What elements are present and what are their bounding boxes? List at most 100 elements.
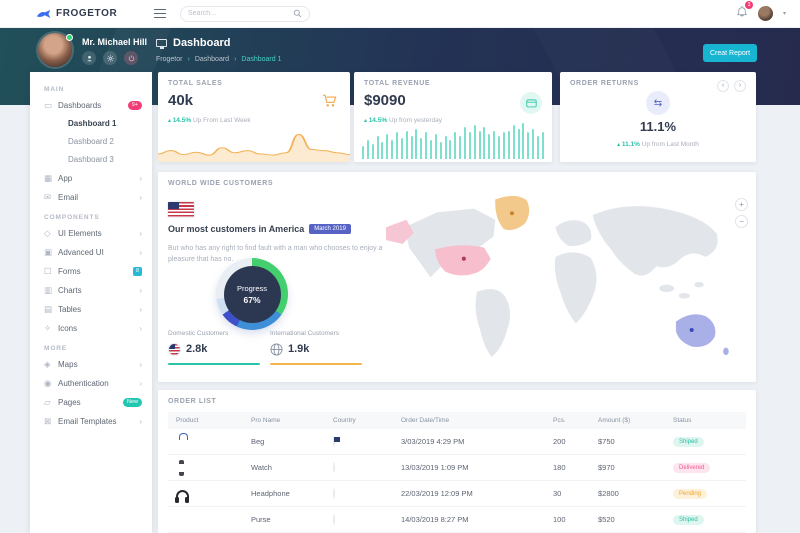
- exchange-arrows-icon: ⇆: [646, 91, 670, 115]
- world-map[interactable]: [386, 186, 738, 374]
- zoom-out-button[interactable]: −: [735, 215, 748, 228]
- sidebar-item-charts[interactable]: ▥ Charts: [30, 281, 152, 300]
- sidebar-item-dashboard-3[interactable]: Dashboard 3: [30, 151, 152, 169]
- world-heading-text: Our most customers in America: [168, 224, 304, 234]
- domestic-label: Domestic Customers: [168, 330, 264, 337]
- fish-logo-icon: [36, 9, 52, 19]
- hamburger-menu-icon[interactable]: [154, 9, 166, 18]
- notifications-button[interactable]: 3: [736, 5, 748, 23]
- sidebar-item-authentication[interactable]: ◉ Authentication: [30, 374, 152, 393]
- chevron-right-icon: [139, 417, 142, 426]
- search-input[interactable]: [188, 10, 293, 17]
- logout-button[interactable]: [124, 51, 138, 65]
- international-underline: [270, 363, 362, 365]
- online-status-dot: [66, 34, 73, 41]
- monitor-icon: [156, 39, 167, 47]
- next-button[interactable]: ›: [734, 80, 746, 92]
- map-asia: [593, 206, 718, 275]
- breadcrumb-separator: ›: [187, 56, 189, 63]
- chevron-right-icon: [139, 229, 142, 238]
- sidebar-item-dashboard-1[interactable]: Dashboard 1: [30, 115, 152, 133]
- sidebar-item-dashboards[interactable]: ▭ Dashboards 9+: [30, 96, 152, 115]
- advanced-ui-icon: ▣: [44, 248, 58, 257]
- table-row: Purse 14/03/2019 8:27 PM 100 $520 Shiped: [168, 507, 746, 533]
- settings-button[interactable]: [103, 51, 117, 65]
- world-heading-row: Our most customers in America March 2019: [168, 224, 351, 234]
- create-report-button[interactable]: Creat Report: [703, 44, 757, 62]
- domestic-value: 2.8k: [186, 343, 207, 355]
- app-icon: ▦: [44, 174, 58, 183]
- header-actions: 3 ▾: [736, 5, 786, 23]
- pages-icon: ▱: [44, 398, 58, 407]
- cell-pcs: 100: [545, 515, 590, 524]
- sidebar-item-ui-elements[interactable]: ◇ UI Elements: [30, 224, 152, 243]
- progress-ring: Progress 67%: [216, 258, 288, 330]
- sidebar-item-app[interactable]: ▦ App: [30, 169, 152, 188]
- sidebar-item-maps[interactable]: ◈ Maps: [30, 355, 152, 374]
- sidebar-section-components: COMPONENTS: [44, 214, 152, 221]
- page-title: Dashboard: [173, 37, 230, 49]
- sidebar-item-forms[interactable]: ☐ Forms 8: [30, 262, 152, 281]
- cell-pro-name: Purse: [243, 515, 325, 524]
- status-badge: Shiped: [673, 437, 704, 447]
- profile-avatar[interactable]: [38, 33, 72, 67]
- domestic-underline: [168, 363, 260, 365]
- country-flag-france: [333, 462, 335, 473]
- col-pro-name: Pro Name: [243, 417, 325, 424]
- chevron-right-icon: [139, 248, 142, 257]
- sidebar-label-icons: Icons: [58, 324, 139, 333]
- chevron-down-icon[interactable]: ▾: [783, 10, 786, 17]
- top-header: FROGETOR 3 ▾: [0, 0, 800, 28]
- sidebar-label-ui-elements: UI Elements: [58, 229, 139, 238]
- map-europe: [556, 220, 592, 246]
- chevron-right-icon: [139, 305, 142, 314]
- sidebar-item-icons[interactable]: ✧ Icons: [30, 319, 152, 338]
- usa-flag-icon: [168, 202, 194, 217]
- map-island: [694, 282, 703, 288]
- sidebar-item-dashboard-2[interactable]: Dashboard 2: [30, 133, 152, 151]
- card-title: WORLD WIDE CUSTOMERS: [168, 180, 273, 187]
- sales-delta: 14.5%: [168, 117, 191, 124]
- map-australia-highlight[interactable]: [676, 314, 715, 347]
- tables-icon: ▤: [44, 305, 58, 314]
- international-value: 1.9k: [288, 343, 309, 355]
- progress-value: 67%: [243, 295, 260, 305]
- sidebar-item-email[interactable]: ✉ Email: [30, 188, 152, 207]
- app-logo[interactable]: FROGETOR: [36, 8, 148, 19]
- frogetor-dashboard-screen: FROGETOR 3 ▾ Mr. Michael Hill: [0, 0, 800, 533]
- sidebar-label-dashboards: Dashboards: [58, 101, 128, 110]
- map-greenland-marker: [510, 211, 514, 215]
- international-customers-stat: International Customers 1.9k: [270, 330, 366, 365]
- sidebar-item-email-templates[interactable]: ⊠ Email Templates: [30, 412, 152, 431]
- map-africa: [555, 252, 597, 323]
- sidebar-label-tables: Tables: [58, 305, 139, 314]
- globe-icon: [270, 343, 283, 356]
- search-bar: [180, 6, 310, 22]
- breadcrumb-section[interactable]: Dashboard: [195, 56, 229, 63]
- sidebar-item-pages[interactable]: ▱ Pages New: [30, 393, 152, 412]
- country-flag-russia: [333, 514, 335, 525]
- month-badge: March 2019: [309, 224, 351, 234]
- table-row: Watch 13/03/2019 1:09 PM 180 $970 Delive…: [168, 455, 746, 481]
- cell-pro-name: Watch: [243, 463, 325, 472]
- card-title: ORDER LIST: [168, 398, 216, 405]
- chevron-right-icon: [139, 193, 142, 202]
- country-flag-spain: [333, 488, 335, 499]
- status-badge: Delivered: [673, 463, 710, 473]
- profile-button[interactable]: [82, 51, 96, 65]
- total-revenue-card: TOTAL REVENUE $9090 14.5% Up from yester…: [354, 72, 552, 162]
- sidebar-nav: MAIN ▭ Dashboards 9+ Dashboard 1 Dashboa…: [30, 72, 152, 533]
- chevron-right-icon: [139, 286, 142, 295]
- sidebar-item-tables[interactable]: ▤ Tables: [30, 300, 152, 319]
- sales-delta-suffix: Up From Last Week: [193, 117, 251, 124]
- sidebar-label-email-templates: Email Templates: [58, 417, 139, 426]
- zoom-in-button[interactable]: +: [735, 198, 748, 211]
- email-icon: ✉: [44, 193, 58, 202]
- order-returns-value: 11.1%: [560, 119, 756, 134]
- search-icon: [293, 9, 302, 18]
- prev-button[interactable]: ‹: [717, 80, 729, 92]
- col-country: Country: [325, 417, 393, 424]
- breadcrumb-home[interactable]: Frogetor: [156, 56, 182, 63]
- sidebar-item-advanced-ui[interactable]: ▣ Advanced UI: [30, 243, 152, 262]
- header-user-avatar[interactable]: [758, 6, 773, 21]
